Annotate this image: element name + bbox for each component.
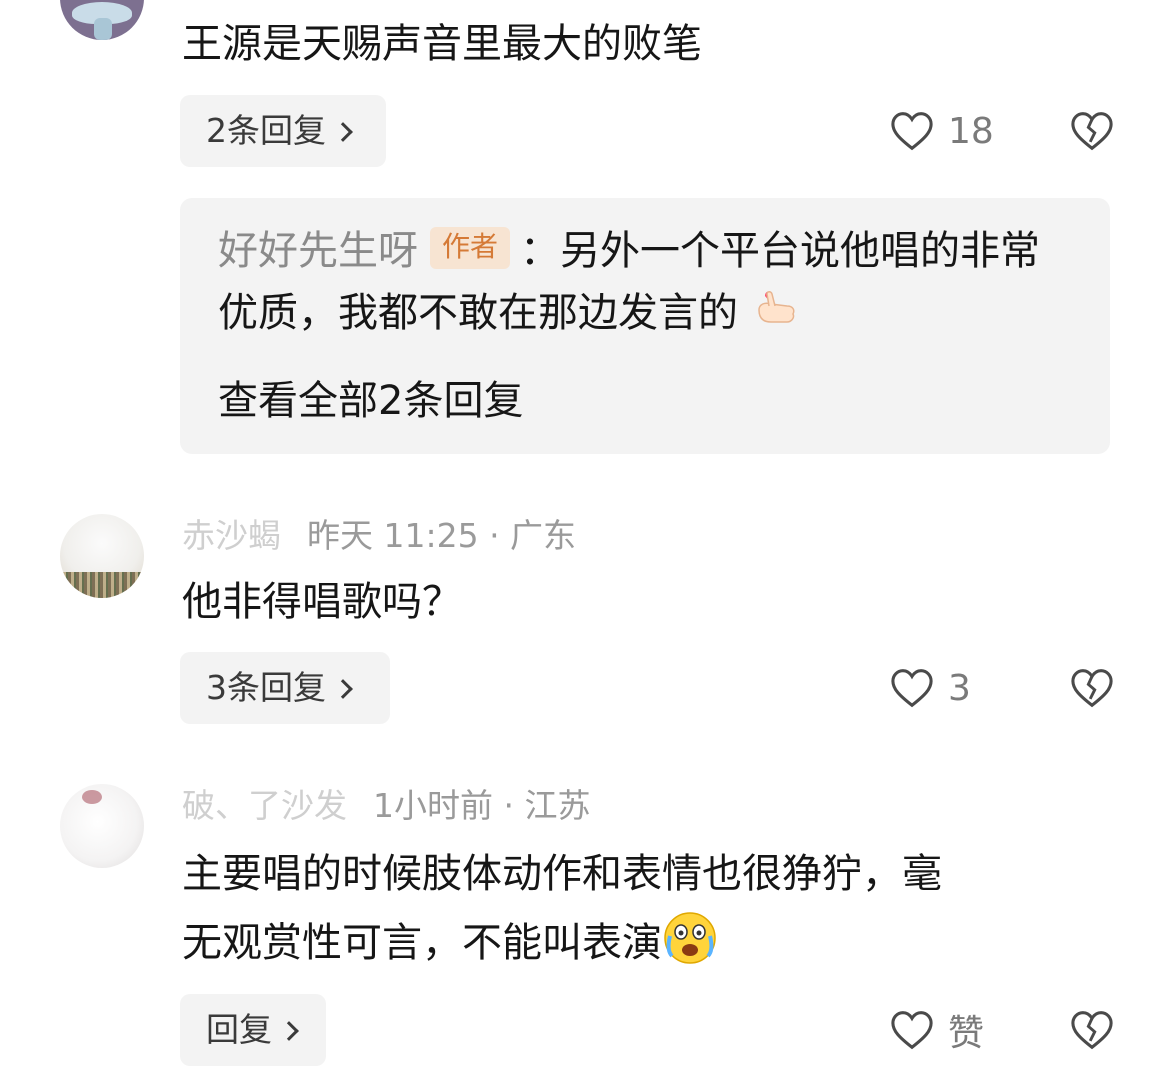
sub-reply-line: 优质，我都不敢在那边发言的 [218, 284, 799, 342]
comment-text: 无观赏性可言，不能叫表演 [182, 920, 662, 966]
author-badge: 作者 [430, 227, 511, 269]
avatar-image [82, 790, 102, 804]
reply-count-label: 3条回复 [206, 668, 326, 707]
reply-label: 回复 [206, 1010, 272, 1049]
chevron-right-icon [333, 679, 353, 699]
avatar-image [60, 572, 144, 598]
view-replies-button[interactable]: 2条回复 [180, 95, 386, 167]
sub-reply-author[interactable]: 好好先生呀 [218, 228, 418, 274]
chevron-right-icon [333, 122, 353, 142]
comment-text: 王源是天赐声音里最大的败笔 [182, 21, 702, 67]
username[interactable]: 破、了沙发 [182, 786, 347, 825]
like-button[interactable]: 赞 [890, 994, 984, 1066]
crying-face-emoji [662, 910, 718, 966]
like-count: 18 [948, 110, 994, 152]
heart-outline-icon [891, 1011, 933, 1050]
broken-heart-icon[interactable] [1070, 1010, 1114, 1050]
timestamp-location: 昨天 11:25 · 广东 [307, 516, 577, 555]
view-all-replies-link[interactable]: 查看全部2条回复 [218, 372, 523, 430]
like-label: 赞 [948, 1013, 985, 1054]
finger-heart-emoji [751, 284, 799, 332]
timestamp-location: 1小时前 · 江苏 [373, 786, 591, 825]
comment-meta: 破、了沙发 1小时前 · 江苏 [182, 784, 590, 828]
sub-reply-text: ：另外一个平台说他唱的非常 [520, 228, 1041, 274]
avatar[interactable] [60, 784, 144, 868]
like-count: 3 [948, 667, 971, 709]
avatar[interactable] [60, 514, 144, 598]
sub-reply-line: 好好先生呀 作者 ：另外一个平台说他唱的非常 [218, 222, 1040, 280]
heart-outline-icon [891, 669, 933, 708]
comment-text-line: 无观赏性可言，不能叫表演 [182, 910, 718, 975]
sub-reply-box[interactable]: 好好先生呀 作者 ：另外一个平台说他唱的非常 优质，我都不敢在那边发言的 查看全部2… [180, 198, 1110, 454]
like-button[interactable]: 18 [890, 95, 994, 167]
view-replies-button[interactable]: 3条回复 [180, 652, 390, 724]
broken-heart-icon[interactable] [1070, 111, 1114, 151]
username[interactable]: 赤沙蝎 [182, 516, 281, 555]
comment-text: 主要唱的时候肢体动作和表情也很狰狞，毫 [182, 851, 942, 897]
avatar[interactable] [60, 0, 144, 40]
reply-button[interactable]: 回复 [180, 994, 326, 1066]
like-button[interactable]: 3 [890, 652, 971, 724]
sub-reply-text: 优质，我都不敢在那边发言的 [218, 290, 738, 336]
chevron-right-icon [279, 1021, 299, 1041]
broken-heart-icon[interactable] [1070, 668, 1114, 708]
comment-text: 他非得唱歌吗？ [182, 579, 462, 625]
heart-outline-icon [891, 112, 933, 151]
reply-count-label: 2条回复 [206, 111, 326, 150]
comment-meta: 赤沙蝎 昨天 11:25 · 广东 [182, 514, 576, 558]
